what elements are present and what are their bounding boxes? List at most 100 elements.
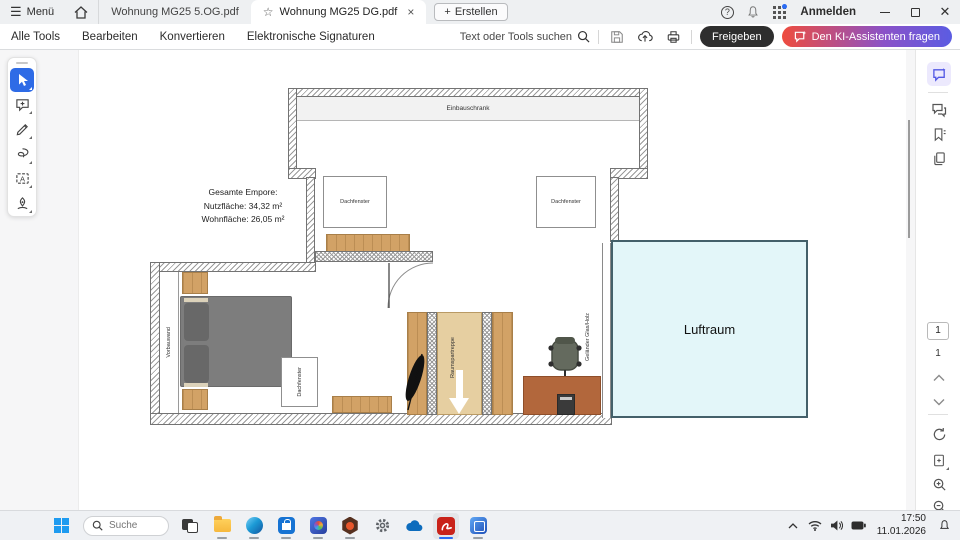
vorbauwand-label: Vorbauwand [166,327,172,358]
search-input[interactable] [109,520,159,531]
clock[interactable]: 17:50 11.01.2026 [877,513,926,538]
notifications-button[interactable] [740,0,766,24]
close-window-button[interactable]: ✕ [930,0,960,24]
store-button[interactable] [273,513,299,539]
fill-sign-tool-button[interactable] [10,191,34,215]
divider [928,92,948,93]
file-explorer-button[interactable] [209,513,235,539]
wall-top-right [639,88,648,179]
previous-page-button[interactable] [927,366,951,390]
textbox-tool-button[interactable]: A [10,167,34,191]
apps-grid-button[interactable] [766,0,792,24]
menu-konvertieren[interactable]: Konvertieren [149,31,236,43]
wall-top-left [288,88,297,179]
menu-esign[interactable]: Elektronische Signaturen [236,31,386,43]
save-button[interactable] [607,30,627,44]
draw-tool-button[interactable] [10,117,34,141]
tray-expand-button[interactable] [783,513,803,539]
speaker-icon [830,520,843,531]
dachfenster-left: Dachfenster [323,176,387,228]
submenu-arrow-icon [29,161,32,164]
running-indicator [249,537,259,539]
nightstand-bottom [182,389,208,410]
zoom-in-button[interactable] [927,472,951,496]
photos-app-button[interactable] [305,513,331,539]
blue-app-button[interactable] [465,513,491,539]
notification-dot [782,4,787,9]
textbox-icon: A [15,171,30,186]
bookmarks-panel-button[interactable] [927,122,951,146]
battery-tray-button[interactable] [849,513,869,539]
bed-frame-strip [184,298,208,302]
onedrive-button[interactable] [401,513,427,539]
plan-summary-text: Gesamte Empore: Nutzfläche: 34,32 m² Woh… [168,186,318,227]
share-label: Freigeben [712,31,762,43]
edge-button[interactable] [241,513,267,539]
pillow [184,345,209,383]
home-icon [74,6,88,19]
menu-bearbeiten[interactable]: Bearbeiten [71,31,149,43]
help-button[interactable]: ? [714,0,740,24]
settings-button[interactable] [369,513,395,539]
volume-tray-button[interactable] [827,513,847,539]
minimize-button[interactable] [870,0,900,24]
notification-center-button[interactable] [934,513,954,539]
menu-alle-tools[interactable]: Alle Tools [0,31,71,43]
windows-taskbar: 17:50 11.01.2026 [0,510,960,540]
taskbar-search[interactable] [83,516,169,536]
start-button[interactable] [48,513,74,539]
tab-wohnung-dg[interactable]: ☆ Wohnung MG25 DG.pdf × [251,0,427,24]
page-number-input[interactable]: 1 [927,322,949,340]
drawer-front [560,397,572,400]
tab-wohnung-5og[interactable]: Wohnung MG25 5.OG.pdf [99,0,251,24]
door-swing [382,261,440,313]
security-app-button[interactable] [337,513,363,539]
star-icon[interactable]: ☆ [263,5,274,19]
minimize-icon [880,12,890,13]
create-button[interactable]: + Erstellen [434,3,507,21]
luftraum-label: Luftraum [684,322,735,337]
bed-frame-strip [184,383,208,387]
hexagon-app-icon [341,517,359,535]
summary-line2: Nutzfläche: 34,32 m² [168,200,318,214]
task-view-icon [182,519,198,533]
chevron-down-icon [933,398,945,406]
ai-assistant-button[interactable]: Den KI-Assistenten fragen [782,26,952,47]
search-icon [92,520,103,531]
menu-button[interactable]: ☰ Menü [0,0,64,24]
store-icon [278,517,295,534]
acrobat-app-button[interactable] [433,513,459,539]
wifi-tray-button[interactable] [805,513,825,539]
rotate-page-button[interactable] [927,422,951,446]
desk-drawer-unit [557,394,575,415]
drag-handle[interactable] [16,62,28,64]
lasso-tool-button[interactable] [10,142,34,166]
date-label: 11.01.2026 [877,526,926,539]
tab-label: Wohnung MG25 DG.pdf [280,6,398,18]
tab-label: Wohnung MG25 5.OG.pdf [111,6,239,18]
share-button[interactable]: Freigeben [700,26,774,47]
comment-tool-button[interactable] [10,93,34,117]
edge-icon [246,517,263,534]
home-button[interactable] [64,0,99,24]
print-button[interactable] [663,30,683,44]
fit-page-button[interactable] [927,448,951,472]
next-page-button[interactable] [927,390,951,414]
comments-panel-button[interactable] [927,98,951,122]
signin-label[interactable]: Anmelden [800,6,856,18]
svg-text:A: A [19,174,24,183]
wall-mid-right [610,177,619,242]
close-tab-icon[interactable]: × [407,5,414,19]
maximize-button[interactable] [900,0,930,24]
search-tools-button[interactable]: Text oder Tools suchen [460,30,590,43]
vertical-scrollbar[interactable] [908,120,910,238]
bedroom-wall-top [150,262,316,272]
wall-top [288,88,648,97]
select-tool-button[interactable] [10,68,34,92]
pages-panel-button[interactable] [927,146,951,170]
task-view-button[interactable] [177,513,203,539]
ai-assistant-panel-button[interactable] [927,62,951,86]
upload-cloud-button[interactable] [635,29,655,44]
submenu-arrow-icon [946,467,949,470]
create-label: Erstellen [455,6,498,18]
